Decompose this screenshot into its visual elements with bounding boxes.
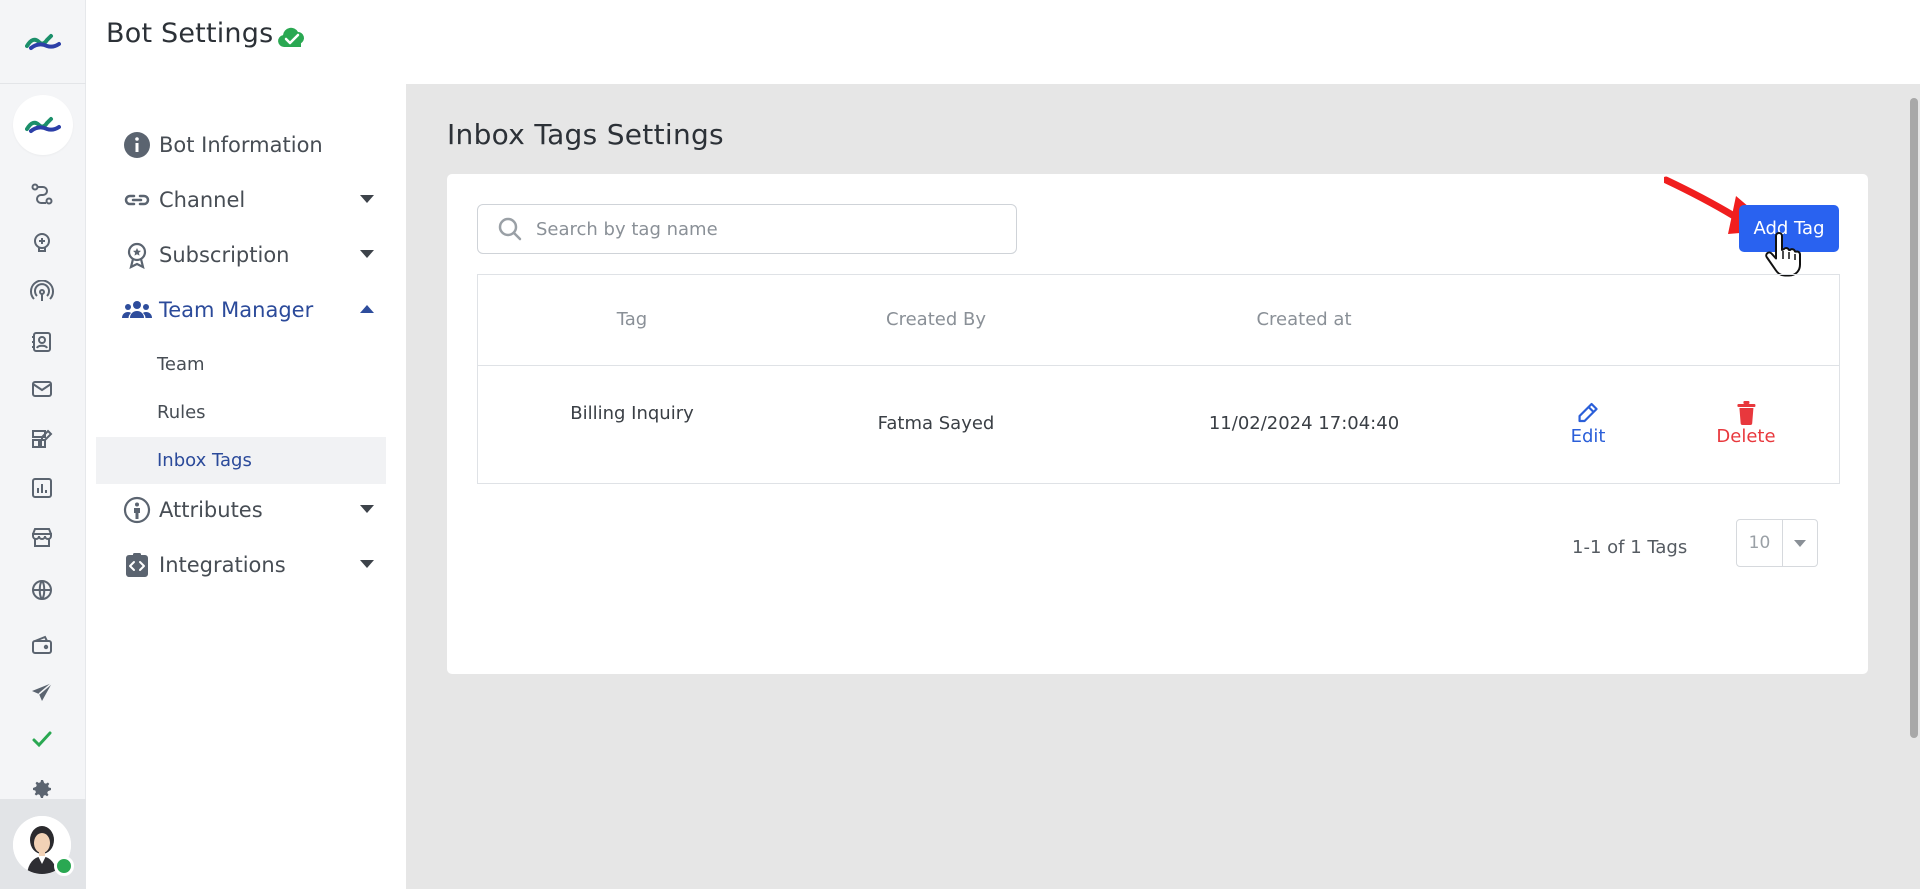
column-header-created-by[interactable]: Created By [886,309,986,330]
section-title: Inbox Tags Settings [447,118,724,151]
nav-label: Integrations [159,553,286,577]
column-header-created-at[interactable]: Created at [1256,309,1351,330]
bot-logo-icon [25,117,61,133]
pencil-icon [1576,400,1600,426]
sub-item-rules[interactable]: Rules [96,389,386,436]
created-by: Fatma Sayed [877,413,995,434]
table-row: Billing Inquiry Fatma Sayed 11/02/2024 1… [478,366,1839,484]
main-content: Inbox Tags Settings Add Tag Tag Created … [406,84,1920,889]
bulb-icon[interactable] [27,228,57,258]
page-size-select[interactable]: 10 [1736,519,1818,567]
app-logo[interactable] [0,0,86,84]
nav-label: Subscription [159,243,290,267]
left-rail [0,0,86,889]
nav-item-bot-information[interactable]: Bot Information [96,122,396,168]
info-icon [121,129,153,161]
nav-label: Team Manager [159,298,314,322]
column-header-tag[interactable]: Tag [617,309,647,330]
builder-icon[interactable] [27,424,57,454]
link-icon [121,184,153,216]
wallet-icon[interactable] [27,630,57,660]
search-input[interactable] [536,218,1006,240]
send-icon[interactable] [27,678,57,708]
chevron-down-icon [360,250,374,258]
broadcast-icon[interactable] [27,277,57,307]
nav-label: Bot Information [159,133,323,157]
scrollbar-thumb[interactable] [1910,98,1918,738]
delete-button[interactable]: Delete [1716,400,1776,447]
analytics-icon[interactable] [27,473,57,503]
mail-icon[interactable] [27,374,57,404]
chevron-down-icon [360,195,374,203]
team-icon [121,294,153,326]
nav-item-team-manager[interactable]: Team Manager [96,287,396,333]
cloud-check-icon [276,25,308,53]
pagination-summary: 1-1 of 1 Tags [1572,537,1688,558]
search-icon [494,213,526,245]
globe-icon[interactable] [27,575,57,605]
page-title: Bot Settings [106,18,274,49]
chevron-down-icon[interactable] [1783,539,1817,547]
code-icon [121,549,153,581]
chevron-up-icon [360,305,374,313]
nav-item-attributes[interactable]: Attributes [96,487,396,533]
top-header: Bot Settings [86,0,1920,84]
chevron-down-icon [360,560,374,568]
nav-item-subscription[interactable]: Subscription [96,232,396,278]
nav-label: Attributes [159,498,263,522]
user-profile[interactable] [0,799,86,889]
contacts-icon[interactable] [27,327,57,357]
nav-item-integrations[interactable]: Integrations [96,542,396,588]
sub-item-team[interactable]: Team [96,341,386,388]
tags-table: Tag Created By Created at Billing Inquir… [477,274,1840,484]
hand-cursor-icon [1765,232,1801,277]
flow-icon[interactable] [27,179,57,209]
online-status-dot [54,856,74,876]
tags-card: Add Tag Tag Created By Created at Billin… [447,174,1868,674]
tag-name: Billing Inquiry [570,403,694,424]
edit-button[interactable]: Edit [1570,400,1606,447]
search-box[interactable] [477,204,1017,254]
store-icon[interactable] [27,522,57,552]
nav-label: Channel [159,188,246,212]
nav-item-channel[interactable]: Channel [96,177,396,223]
badge-icon [121,239,153,271]
edit-label: Edit [1570,426,1606,447]
created-at: 11/02/2024 17:04:40 [1208,413,1400,434]
bot-avatar[interactable] [13,95,73,155]
settings-nav: Bot Information Channel Subscription Tea… [86,84,406,889]
logo-icon [25,33,61,50]
person-icon [121,494,153,526]
trash-icon [1736,400,1756,426]
sub-item-inbox-tags[interactable]: Inbox Tags [96,437,386,484]
page-size-value: 10 [1737,520,1783,566]
scrollbar[interactable] [1908,84,1920,889]
check-icon[interactable] [27,724,57,754]
table-header: Tag Created By Created at [478,275,1839,366]
delete-label: Delete [1716,426,1776,447]
chevron-down-icon [360,505,374,513]
